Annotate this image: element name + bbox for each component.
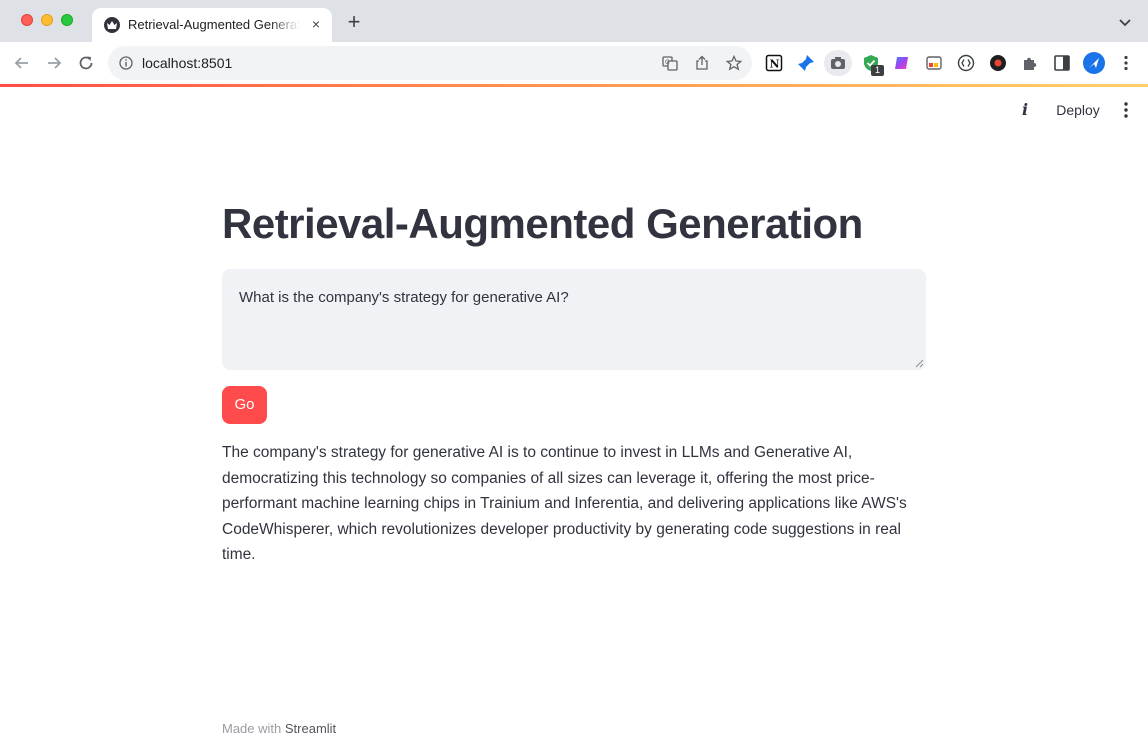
code-brackets-extension-icon[interactable] [957, 54, 975, 72]
site-info-icon[interactable] [119, 56, 133, 70]
streamlit-link[interactable]: Streamlit [285, 721, 336, 736]
browser-menu-icon[interactable] [1117, 54, 1135, 72]
screenshot-extension-button[interactable] [824, 50, 852, 76]
query-text-area[interactable]: What is the company's strategy for gener… [222, 269, 926, 370]
notion-extension-icon[interactable]: N [765, 54, 783, 72]
gradient-extension-icon[interactable] [893, 54, 911, 72]
close-window-button[interactable] [21, 14, 33, 26]
extension-badge: 1 [871, 65, 884, 76]
forward-arrow-icon[interactable] [44, 53, 64, 73]
bookmark-star-icon[interactable] [726, 55, 742, 71]
svg-text:G: G [665, 59, 670, 66]
deploy-button[interactable]: Deploy [1048, 100, 1108, 120]
record-extension-icon[interactable] [989, 54, 1007, 72]
new-tab-button[interactable]: + [344, 11, 364, 33]
back-arrow-icon[interactable] [12, 53, 32, 73]
reload-icon[interactable] [76, 53, 96, 73]
window-extension-icon[interactable] [925, 54, 943, 72]
go-button[interactable]: Go [222, 386, 267, 424]
pin-extension-icon[interactable] [797, 54, 815, 72]
kebab-menu-icon[interactable] [1118, 101, 1134, 119]
info-icon[interactable]: i [1018, 100, 1032, 119]
resize-grip-icon[interactable] [914, 358, 924, 368]
footer-prefix: Made with [222, 721, 282, 736]
profile-avatar[interactable] [1083, 52, 1105, 74]
share-icon[interactable] [694, 55, 710, 71]
tab-title: Retrieval-Augmented Generation [128, 17, 300, 32]
svg-text:N: N [770, 58, 780, 71]
profile-logo-icon [1089, 58, 1099, 68]
streamlit-decoration-bar [0, 84, 1148, 87]
browser-titlebar: Retrieval-Augmented Generation × + [0, 0, 1148, 42]
address-bar[interactable]: localhost:8501 G [108, 46, 752, 80]
streamlit-favicon-icon [104, 17, 120, 33]
url-text[interactable]: localhost:8501 [142, 55, 232, 71]
translate-icon[interactable]: G [662, 55, 678, 71]
answer-text: The company's strategy for generative AI… [222, 444, 907, 564]
page-title: Retrieval-Augmented Generation [222, 200, 863, 247]
maximize-window-button[interactable] [61, 14, 73, 26]
minimize-window-button[interactable] [41, 14, 53, 26]
puzzle-extensions-icon[interactable] [1021, 54, 1039, 72]
tab-search-chevron-icon[interactable] [1117, 14, 1133, 30]
camera-icon [831, 57, 845, 69]
footer: Made with Streamlit [222, 721, 336, 736]
browser-tab-active[interactable]: Retrieval-Augmented Generation × [92, 8, 332, 42]
side-panel-icon[interactable] [1053, 54, 1071, 72]
tab-close-icon[interactable]: × [308, 16, 324, 32]
